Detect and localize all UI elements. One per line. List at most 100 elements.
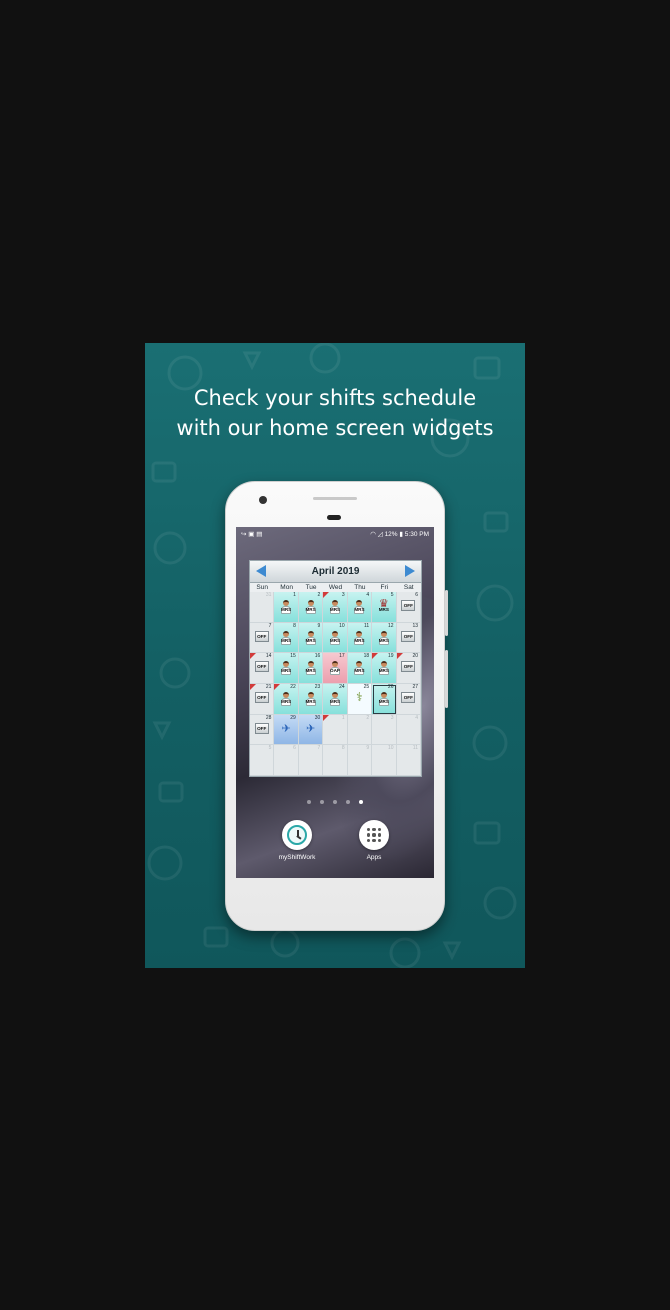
off-badge: OFF (401, 691, 416, 703)
day-number: 10 (339, 622, 345, 629)
calendar-day-cell[interactable]: 1 (323, 714, 348, 746)
day-number: 1 (341, 714, 345, 721)
calendar-grid: 31 1 MRS 2 MRS 3 MRS 4 MRS 5 ♛ MRS 6 OFF 7 OFF 8 MRS 9 MRS 1… (250, 592, 421, 776)
day-number: 22 (290, 683, 296, 690)
calendar-day-cell[interactable]: 10 (372, 745, 397, 776)
headline-line-2: with our home screen widgets (176, 416, 494, 440)
wifi-icon: ◠ (370, 531, 376, 538)
calendar-day-cell[interactable]: 3 (372, 714, 397, 746)
calendar-day-cell[interactable]: 22 MRS (274, 683, 299, 715)
calendar-day-cell[interactable]: 31 (250, 592, 275, 623)
calendar-day-cell[interactable]: 5 (250, 745, 275, 776)
app-drawer[interactable]: Apps (349, 820, 399, 861)
calendar-day-cell[interactable]: 7 OFF (250, 622, 275, 654)
page-dot[interactable] (320, 800, 324, 804)
day-number: 12 (388, 622, 394, 629)
shift-code: MRS (281, 637, 292, 643)
month-title[interactable]: April 2019 (250, 561, 421, 582)
calendar-day-cell[interactable]: 7 (298, 745, 324, 776)
off-badge: OFF (401, 630, 416, 642)
day-number: 19 (388, 653, 394, 660)
calendar-day-cell[interactable]: 21 OFF (250, 683, 275, 715)
day-number: 6 (293, 745, 296, 752)
off-badge: OFF (254, 722, 269, 734)
shift-code: MRS (305, 637, 316, 643)
calendar-day-cell[interactable]: 1 MRS (274, 592, 299, 623)
calendar-day-cell[interactable]: 19 MRS (372, 653, 397, 684)
airplane-icon: ✈ (281, 722, 291, 735)
shift-code: MRS (281, 668, 292, 674)
calendar-day-cell[interactable]: 15 MRS (274, 653, 299, 684)
calendar-day-cell[interactable]: 3 MRS (323, 592, 348, 623)
day-number: 23 (314, 683, 321, 690)
shift-code: MRS (281, 698, 292, 704)
calendar-day-cell[interactable]: 17 OAP (323, 653, 348, 684)
calendar-day-cell[interactable]: 9 MRS (298, 622, 324, 654)
off-badge: OFF (254, 630, 269, 642)
day-number: 21 (265, 683, 272, 690)
shift-code: MRS (329, 607, 341, 612)
calendar-day-cell[interactable]: 5 ♛ MRS (372, 592, 397, 623)
shift-code: MRS (378, 607, 389, 612)
off-badge: OFF (254, 691, 269, 703)
proximity-sensor (327, 515, 341, 520)
page-dot[interactable] (333, 800, 337, 804)
notification-icons: ↪ ▣ ▤ (241, 531, 263, 538)
calendar-day-cell[interactable]: 28 OFF (250, 714, 275, 746)
promo-headline: Check your shifts schedule with our home… (145, 383, 525, 443)
phone-mockup: ↪ ▣ ▤ ◠ ◿ 12% ▮ 5:30 PM April 2019 Sun Mo… (225, 481, 448, 931)
page-dot[interactable] (346, 800, 350, 804)
shift-code: MRS (354, 668, 365, 674)
calendar-day-cell[interactable]: 16 MRS (298, 653, 324, 684)
day-number: 4 (366, 592, 370, 598)
front-camera (259, 496, 267, 504)
calendar-day-cell[interactable]: 12 MRS (372, 622, 397, 654)
page-dot[interactable] (359, 800, 363, 804)
calendar-day-cell[interactable]: 29 ✈ (274, 714, 299, 746)
day-number: 16 (314, 653, 321, 660)
calendar-day-cell[interactable]: 27 OFF (396, 683, 421, 715)
shift-code: OAP (330, 668, 340, 674)
day-number: 15 (290, 653, 296, 660)
calendar-day-cell[interactable]: 30 ✈ (298, 714, 324, 746)
calendar-day-cell[interactable]: 25 ⚕ (347, 683, 373, 715)
calendar-day-cell[interactable]: 10 MRS (323, 622, 348, 654)
page-dot[interactable] (307, 800, 311, 804)
shift-code: MRS (378, 668, 389, 674)
day-number: 5 (390, 592, 394, 598)
app-drawer-icon (359, 820, 389, 850)
calendar-day-cell[interactable]: 13 OFF (396, 622, 421, 654)
shift-code: MRS (329, 698, 341, 704)
calendar-day-cell[interactable]: 9 (347, 745, 373, 776)
calendar-day-cell[interactable]: 2 (347, 714, 373, 746)
calendar-day-cell[interactable]: 6 OFF (396, 592, 421, 623)
day-number: 2 (317, 592, 321, 598)
calendar-day-cell[interactable]: 26 MRS (372, 683, 397, 715)
calendar-day-cell[interactable]: 4 (396, 714, 421, 746)
shift-code: MRS (354, 607, 365, 612)
status-bar: ↪ ▣ ▤ ◠ ◿ 12% ▮ 5:30 PM (236, 527, 434, 542)
day-number: 14 (265, 653, 272, 660)
day-number: 5 (268, 745, 272, 752)
calendar-day-cell[interactable]: 4 MRS (347, 592, 373, 623)
calendar-day-cell[interactable]: 23 MRS (298, 683, 324, 715)
calendar-day-cell[interactable]: 18 MRS (347, 653, 373, 684)
calendar-day-cell[interactable]: 20 OFF (396, 653, 421, 684)
calendar-widget[interactable]: April 2019 Sun Mon Tue Wed Thu Fri Sat 31 1 MRS 2… (249, 560, 422, 777)
calendar-day-cell[interactable]: 8 (323, 745, 348, 776)
calendar-day-cell[interactable]: 6 (274, 745, 299, 776)
next-month-arrow-icon[interactable] (405, 565, 415, 577)
day-number: 3 (390, 714, 394, 721)
day-number: 1 (293, 592, 296, 598)
calendar-day-cell[interactable]: 2 MRS (298, 592, 324, 623)
calendar-day-cell[interactable]: 11 MRS (347, 622, 373, 654)
day-number: 18 (363, 653, 370, 660)
calendar-day-cell[interactable]: 8 MRS (274, 622, 299, 654)
app-myshiftwork[interactable]: myShiftWork (272, 820, 322, 861)
day-number: 24 (339, 683, 345, 690)
myshiftwork-clock-icon (282, 820, 312, 850)
calendar-day-cell[interactable]: 14 OFF (250, 653, 275, 684)
calendar-day-cell[interactable]: 24 MRS (323, 683, 348, 715)
calendar-day-cell[interactable]: 11 (396, 745, 421, 776)
shift-code: MRS (305, 668, 316, 674)
